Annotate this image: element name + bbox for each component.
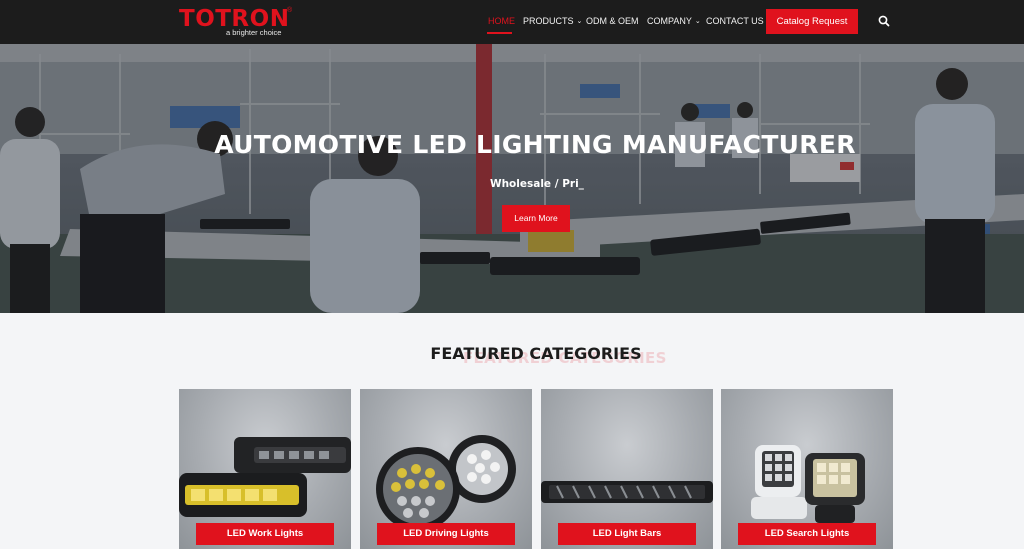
nav-company-label: COMPANY [647,16,692,26]
category-card-light-bars[interactable]: LED Light Bars [541,389,713,549]
nav-contact[interactable]: CONTACT US [706,15,764,27]
category-label: LED Search Lights [738,523,876,545]
category-card-driving-lights[interactable]: LED Driving Lights [360,389,532,549]
catalog-request-button[interactable]: Catalog Request [766,9,858,34]
chevron-down-icon: ⌄ [576,18,583,25]
hero-title: AUTOMOTIVE LED LIGHTING MANUFACTURER [214,130,856,159]
registered-mark: ® [287,7,293,14]
nav-home[interactable]: HOME [488,15,515,27]
nav-company[interactable]: COMPANY ⌄ [647,15,701,29]
category-label: LED Driving Lights [377,523,515,545]
search-icon[interactable] [877,14,891,28]
nav-odm-oem[interactable]: ODM & OEM [586,15,639,27]
learn-more-button[interactable]: Learn More [502,205,570,232]
category-label: LED Work Lights [196,523,334,545]
nav-active-indicator [487,32,512,34]
top-navbar: TOTRON ® a brighter choice HOME PRODUCTS… [0,0,1024,44]
hero-subtitle: Wholesale / Pri_ [490,178,584,190]
chevron-down-icon: ⌄ [694,18,701,25]
category-card-work-lights[interactable]: LED Work Lights [179,389,351,549]
brand-tagline: a brighter choice [226,28,282,37]
featured-categories-title: FEATURED CATEGORIES [430,344,642,363]
category-label: LED Light Bars [558,523,696,545]
hero-banner: AUTOMOTIVE LED LIGHTING MANUFACTURER Who… [0,44,1024,313]
nav-products[interactable]: PRODUCTS ⌄ [523,15,582,29]
category-card-search-lights[interactable]: LED Search Lights [721,389,893,549]
brand-logo[interactable]: TOTRON ® a brighter choice [179,6,299,38]
nav-products-label: PRODUCTS [523,16,574,26]
